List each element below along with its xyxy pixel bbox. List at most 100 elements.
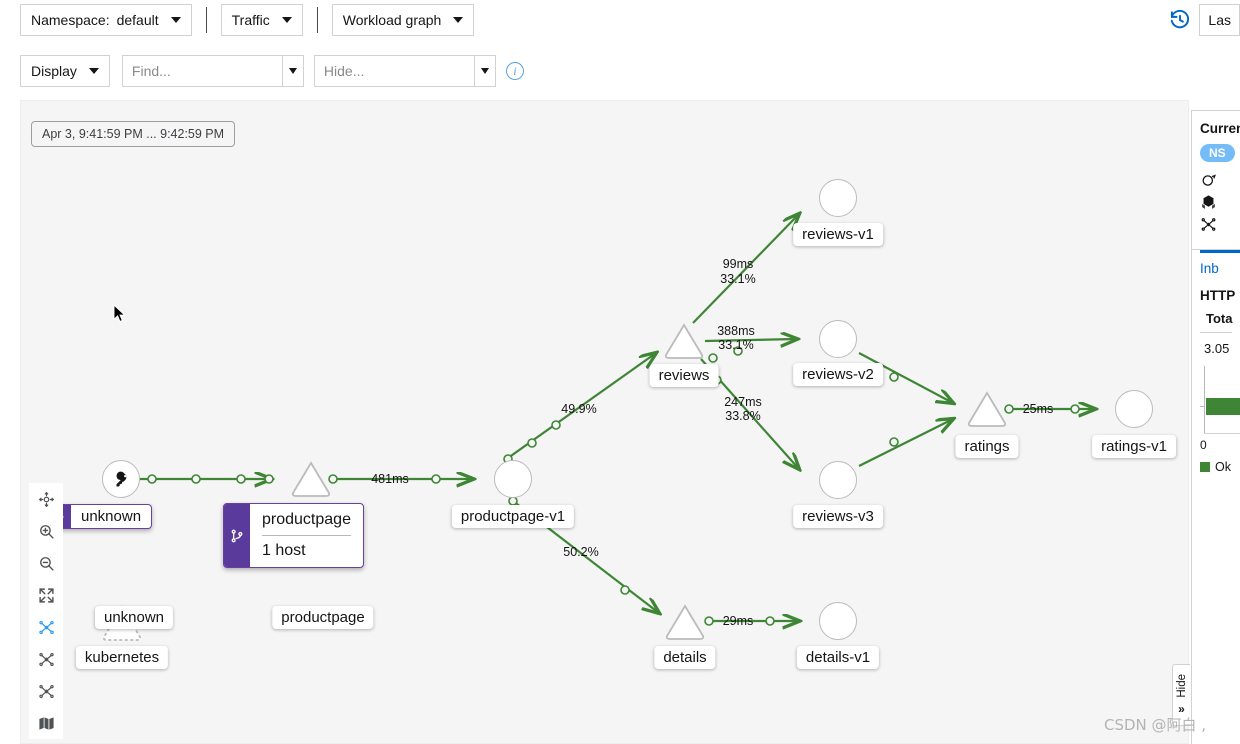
inbound-traffic-chart: 0: [1200, 366, 1240, 452]
unknown-tooltip-title: unknown: [81, 508, 142, 525]
layout-cola-icon[interactable]: [29, 643, 63, 675]
node-details-v1[interactable]: [819, 602, 857, 640]
node-label-productpage-v1[interactable]: productpage-v1: [451, 505, 575, 528]
toolbar-divider-2: [316, 7, 318, 33]
node-reviews-v1[interactable]: [819, 179, 857, 217]
layout-dagre-icon[interactable]: [29, 611, 63, 643]
node-unknown[interactable]: [102, 460, 140, 498]
node-label-productpage[interactable]: productpage: [272, 606, 374, 629]
namespace-value: default: [116, 12, 159, 28]
chart-axis-min: 0: [1200, 438, 1207, 452]
graph-canvas[interactable]: Apr 3, 9:41:59 PM ... 9:42:59 PM unknown…: [20, 100, 1189, 744]
graph-view-toolbar: [29, 483, 63, 739]
node-label-reviews-v3[interactable]: reviews-v3: [793, 505, 883, 528]
chart-y-axis: [1204, 366, 1205, 434]
toolbar-divider-1: [205, 7, 207, 33]
tab-inbound[interactable]: Inb: [1200, 250, 1240, 282]
totals-header: Tota: [1206, 311, 1233, 326]
traffic-label: Traffic: [231, 12, 270, 28]
display-label: Display: [31, 63, 77, 79]
cubes-icon: [1202, 195, 1215, 209]
zoom-out-icon[interactable]: [29, 547, 63, 579]
productpage-tooltip-subtitle: 1 host: [262, 542, 306, 559]
time-controls: Las: [1169, 0, 1240, 40]
unknown-tooltip-card: unknown: [48, 504, 153, 529]
hide-input[interactable]: [313, 55, 474, 87]
node-productpage[interactable]: [289, 459, 333, 499]
topology-icon: [1201, 218, 1216, 231]
edge-label-reviews-v3-percent: 33.8%: [725, 408, 761, 423]
edge-label-productpage-latency: 481ms: [371, 471, 409, 486]
chart-baseline: [1204, 433, 1240, 434]
hide-panel-label: Hide: [1175, 674, 1188, 698]
find-dropdown-toggle[interactable]: [281, 55, 304, 87]
node-ratings-v1[interactable]: [1115, 390, 1153, 428]
node-label-details[interactable]: details: [654, 646, 716, 669]
kiali-graph-page: Namespace: default Traffic Workload grap…: [0, 0, 1240, 744]
chart-axis-max: 3.05: [1204, 341, 1230, 356]
graph-type-selector[interactable]: Workload graph: [331, 4, 475, 36]
display-dropdown[interactable]: Display: [20, 55, 110, 87]
history-replay-icon[interactable]: [1169, 9, 1191, 31]
edge-label-details-latency: 29ms: [722, 613, 754, 628]
pan-tool-icon[interactable]: [29, 483, 63, 515]
node-reviews-v3[interactable]: [819, 461, 857, 499]
info-circle-icon[interactable]: i: [505, 62, 524, 80]
node-details[interactable]: [663, 602, 707, 642]
graph-edges-layer: [139, 101, 1189, 744]
productpage-tooltip-body: productpage 1 host: [250, 504, 363, 567]
edge-label-reviews-v3-latency: 247ms: [724, 394, 762, 409]
node-productpage-v1[interactable]: [494, 460, 532, 498]
namespace-caption: Namespace:: [31, 12, 110, 28]
summary-stat-icons: [1200, 172, 1240, 233]
protocol-label: HTTP: [1200, 288, 1236, 303]
key-icon: [116, 471, 127, 487]
namespace-selector[interactable]: Namespace: default: [20, 4, 192, 36]
edge-label-reviews-v1-percent: 33.1%: [720, 271, 756, 286]
primary-toolbar: Namespace: default Traffic Workload grap…: [0, 0, 1240, 40]
node-reviews[interactable]: [662, 321, 706, 361]
summary-tabs: Inb: [1192, 250, 1240, 282]
chevron-down-icon: [281, 17, 292, 23]
node-label-ratings[interactable]: ratings: [955, 435, 1019, 458]
layout-grid-icon[interactable]: [29, 675, 63, 707]
node-label-unknown[interactable]: unknown: [94, 606, 174, 629]
node-label-details-v1[interactable]: details-v1: [796, 646, 880, 669]
zoom-in-icon[interactable]: [29, 515, 63, 547]
traffic-selector[interactable]: Traffic: [220, 4, 303, 36]
chevron-down-icon: [453, 17, 464, 23]
summary-header: Curren NS: [1192, 111, 1240, 241]
hide-typeahead: [313, 55, 496, 87]
node-ratings[interactable]: [965, 389, 1009, 429]
edge-label-ratings-latency: 25ms: [1022, 401, 1054, 416]
watermark: CSDN @阿白 ,: [1104, 716, 1207, 734]
legend-label-ok: Ok: [1215, 460, 1231, 474]
productpage-tooltip-card: productpage 1 host: [223, 503, 364, 568]
summary-title: Curren: [1200, 121, 1240, 136]
edge-label-reviews-percent: 49.9%: [561, 401, 597, 416]
time-range-selector[interactable]: Las: [1199, 4, 1240, 36]
chart-y-tick: [1200, 406, 1205, 407]
legend-map-icon[interactable]: [29, 707, 63, 739]
secondary-toolbar: Display i: [0, 52, 1240, 90]
find-input[interactable]: [121, 55, 282, 87]
node-reviews-v2[interactable]: [819, 320, 857, 358]
productpage-tooltip-title: productpage: [262, 511, 351, 528]
legend-swatch-ok: [1200, 462, 1210, 472]
mouse-cursor: [113, 304, 126, 322]
node-label-reviews-v2[interactable]: reviews-v2: [793, 363, 883, 386]
node-label-ratings-v1[interactable]: ratings-v1: [1092, 435, 1176, 458]
edge-waypoint-handles: [147, 346, 1080, 626]
node-label-reviews[interactable]: reviews: [649, 364, 719, 387]
graph-type-label: Workload graph: [342, 12, 442, 28]
node-label-reviews-v1[interactable]: reviews-v1: [793, 223, 883, 246]
hide-dropdown-toggle[interactable]: [473, 55, 496, 87]
edge-label-details-percent: 50.2%: [563, 544, 599, 559]
git-branch-icon: [224, 504, 250, 567]
node-label-kubernetes[interactable]: kubernetes: [75, 646, 169, 669]
chevron-down-icon: [170, 17, 181, 23]
chart-bar-ok: [1206, 398, 1240, 415]
traffic-icon: [1202, 174, 1216, 186]
graph-summary-panel: Curren NS Inb HTTP Tota 3.05 0 Ok: [1191, 110, 1240, 744]
fit-to-screen-icon[interactable]: [29, 579, 63, 611]
